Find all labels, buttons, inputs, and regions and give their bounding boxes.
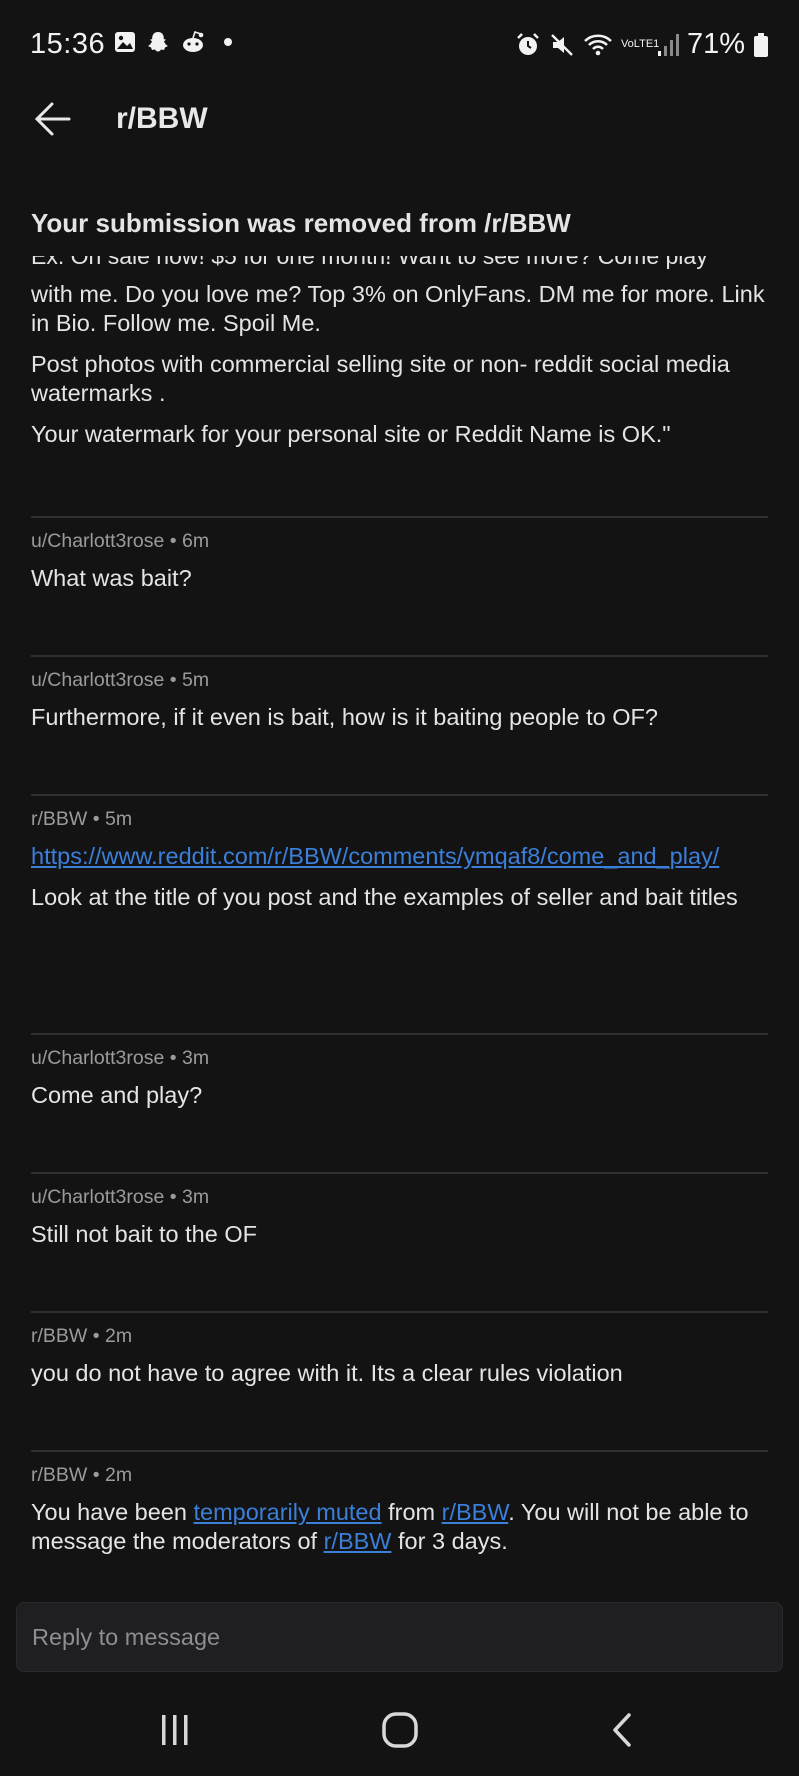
reply-input[interactable]: Reply to message (16, 1602, 783, 1672)
reply-time: 2m (105, 1325, 133, 1347)
reply-author[interactable]: u/Charlott3rose (31, 1047, 164, 1069)
reply-message: r/BBW • 2m You have been temporarily mut… (31, 1450, 768, 1586)
meta-separator: • (169, 1186, 177, 1208)
gallery-icon (115, 32, 135, 52)
volte-icon: VoLTE1 (620, 38, 660, 50)
reply-meta: r/BBW • 5m (31, 808, 132, 831)
reply-time: 5m (105, 808, 133, 830)
reply-text: Look at the title of you post and the ex… (31, 884, 738, 910)
message-paragraph: Post photos with commercial selling site… (31, 351, 730, 406)
cutoff-text-line: Ex: On sale now! $5 for one month! Want … (31, 256, 708, 269)
reply-meta: u/Charlott3rose • 3m (31, 1186, 209, 1209)
wifi-icon (584, 33, 612, 55)
reply-author[interactable]: u/Charlott3rose (31, 1186, 164, 1208)
message-subject: Your submission was removed from /r/BBW (31, 208, 571, 238)
app-header: r/BBW (0, 92, 799, 150)
reply-meta: u/Charlott3rose • 3m (31, 1047, 209, 1070)
back-button[interactable] (30, 96, 76, 142)
reply-time: 2m (105, 1464, 133, 1486)
reply-meta: r/BBW • 2m (31, 1464, 132, 1487)
nav-back-button[interactable] (563, 1690, 683, 1770)
reply-text: you do not have to agree with it. Its a … (31, 1360, 623, 1386)
reply-text: Come and play? (31, 1082, 203, 1108)
mute-icon (551, 33, 573, 56)
subreddit-link[interactable]: r/BBW (324, 1528, 392, 1554)
temporarily-muted-link[interactable]: temporarily muted (193, 1499, 381, 1525)
reply-meta: r/BBW • 2m (31, 1325, 132, 1348)
recent-apps-icon (162, 1715, 188, 1745)
reply-message: r/BBW • 2m you do not have to agree with… (31, 1311, 768, 1449)
reply-author[interactable]: u/Charlott3rose (31, 669, 164, 691)
reply-author[interactable]: u/Charlott3rose (31, 530, 164, 552)
reply-meta: u/Charlott3rose • 5m (31, 669, 209, 692)
reply-author[interactable]: r/BBW (31, 1464, 87, 1486)
status-left-icons (114, 30, 234, 54)
conversation-thread[interactable]: Ex: On sale now! $5 for one month! Want … (0, 256, 799, 1586)
battery-icon (754, 32, 768, 57)
meta-separator: • (92, 808, 100, 830)
mute-text-part: for 3 days. (391, 1528, 508, 1554)
reply-message: u/Charlott3rose • 3m Still not bait to t… (31, 1172, 768, 1310)
nav-back-icon (613, 1713, 631, 1747)
battery-percent: 71% (686, 28, 745, 60)
subreddit-link[interactable]: r/BBW (442, 1499, 509, 1525)
message-paragraph: Your watermark for your personal site or… (31, 421, 671, 447)
reply-time: 5m (182, 669, 210, 691)
system-nav-bar (0, 1690, 799, 1776)
arrow-left-icon (34, 102, 71, 136)
meta-separator: • (92, 1325, 100, 1347)
reply-text: Still not bait to the OF (31, 1221, 257, 1247)
reddit-icon (183, 30, 204, 52)
reply-placeholder: Reply to message (32, 1624, 221, 1650)
reply-meta: u/Charlott3rose • 6m (31, 530, 209, 553)
reply-author[interactable]: r/BBW (31, 1325, 87, 1347)
reply-body: https://www.reddit.com/r/BBW/comments/ym… (31, 842, 768, 912)
reply-message: u/Charlott3rose • 5m Furthermore, if it … (31, 655, 768, 793)
post-link[interactable]: https://www.reddit.com/r/BBW/comments/ym… (31, 842, 768, 871)
reply-author[interactable]: r/BBW (31, 808, 87, 830)
reply-time: 6m (182, 530, 210, 552)
home-icon (382, 1712, 418, 1748)
meta-separator: • (169, 669, 177, 691)
original-message-body: with me. Do you love me? Top 3% on OnlyF… (31, 280, 768, 461)
mute-text-part: You have been (31, 1499, 194, 1525)
reply-time: 3m (182, 1047, 210, 1069)
meta-separator: • (169, 530, 177, 552)
status-time: 15:36 (30, 28, 106, 60)
reply-message: u/Charlott3rose • 3m Come and play? (31, 1033, 768, 1171)
meta-separator: • (92, 1464, 100, 1486)
reply-time: 3m (182, 1186, 210, 1208)
message-paragraph: with me. Do you love me? Top 3% on OnlyF… (31, 281, 765, 336)
reply-message: r/BBW • 5m https://www.reddit.com/r/BBW/… (31, 794, 768, 1032)
alarm-icon (517, 32, 539, 55)
reply-text: What was bait? (31, 565, 192, 591)
reply-text: Furthermore, if it even is bait, how is … (31, 704, 658, 730)
mute-notice-text: You have been temporarily muted from r/B… (31, 1498, 768, 1556)
reply-message: u/Charlott3rose • 6m What was bait? (31, 516, 768, 654)
notification-dot-icon (224, 38, 232, 46)
mute-text-part: from (381, 1499, 442, 1525)
meta-separator: • (169, 1047, 177, 1069)
header-title: r/BBW (116, 102, 208, 135)
snapchat-icon (148, 32, 168, 52)
recent-apps-button[interactable] (115, 1690, 235, 1770)
signal-icon (657, 33, 679, 56)
status-right-icons: VoLTE1 71% (515, 28, 769, 61)
status-bar: 15:36 VoLTE1 71% (0, 0, 799, 92)
home-button[interactable] (340, 1690, 460, 1770)
